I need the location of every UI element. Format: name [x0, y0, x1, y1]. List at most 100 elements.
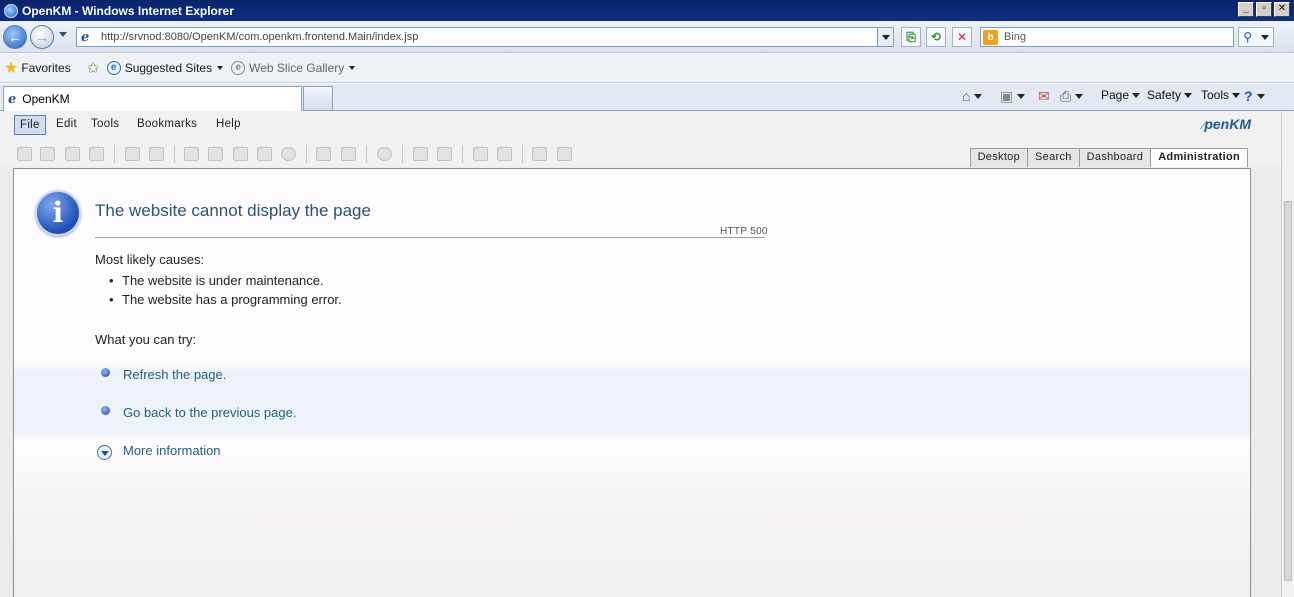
compatibility-view-button[interactable]: ⎘ [901, 27, 921, 47]
openkm-logo: ⁄penKM [1202, 116, 1251, 132]
read-mail-button[interactable]: ✉ [1038, 88, 1054, 105]
add-property-group-icon[interactable] [316, 147, 331, 161]
close-window-button[interactable]: ✕ [1274, 2, 1290, 17]
remove-subscription-icon[interactable] [437, 147, 452, 161]
tab-desktop[interactable]: Desktop [969, 148, 1029, 167]
minimize-button[interactable]: _ [1238, 2, 1254, 17]
help-button[interactable]: ? [1244, 88, 1265, 104]
find-similar-icon[interactable] [89, 147, 104, 161]
page-scrollbar[interactable] [1281, 111, 1294, 597]
printer-icon: ⎙ [1060, 88, 1072, 104]
suggested-sites-label: Suggested Sites [124, 61, 213, 75]
bullet-icon [101, 406, 110, 415]
page-menu[interactable]: Page [1101, 88, 1141, 102]
info-icon: i [35, 190, 81, 236]
checkin-icon[interactable] [257, 147, 272, 161]
unlock-icon[interactable] [149, 147, 164, 161]
find-folder-icon[interactable] [40, 147, 55, 161]
more-information-link[interactable]: More information [123, 443, 221, 458]
go-back-link[interactable]: Go back to the previous page. [123, 405, 296, 420]
bullet-icon [101, 368, 110, 377]
search-box[interactable]: b Bing [980, 27, 1234, 47]
refresh-tree-icon[interactable] [473, 147, 488, 161]
add-subscription-icon[interactable] [413, 147, 428, 161]
web-slice-gallery-button[interactable]: e Web Slice Gallery [231, 61, 356, 75]
search-input[interactable]: Bing [1004, 31, 1026, 43]
feeds-button[interactable]: ▣ [1000, 88, 1026, 105]
error-content-frame: i The website cannot display the page HT… [13, 168, 1251, 597]
cause-item: The website has a programming error. [109, 292, 342, 307]
tab-administration[interactable]: Administration [1150, 148, 1248, 167]
ie-app-icon [4, 3, 18, 18]
uploader-icon[interactable] [557, 147, 572, 161]
address-url[interactable]: http://srvnod:8080/OpenKM/com.openkm.fro… [101, 31, 418, 43]
http-status-code: HTTP 500 [720, 226, 768, 237]
toolbar-separator [114, 145, 115, 163]
back-arrow-icon: ← [8, 29, 22, 45]
back-button[interactable]: ← [3, 25, 27, 49]
tab-openkm[interactable]: ℯ OpenKM [3, 86, 302, 111]
compat-view-icon: ⎘ [906, 29, 916, 44]
suggested-sites-button[interactable]: e Suggested Sites [106, 61, 224, 75]
lock-icon[interactable] [125, 147, 140, 161]
menu-tools[interactable]: Tools [86, 115, 124, 135]
find-document-icon[interactable] [65, 147, 80, 161]
favorites-bar: ★ Favorites ✩ e Suggested Sites e Web Sl… [0, 54, 1294, 83]
scanner-icon[interactable] [532, 147, 547, 161]
lower-band [14, 444, 1250, 597]
forward-button[interactable]: → [30, 25, 54, 49]
help-icon: ? [1244, 88, 1253, 104]
favorites-button[interactable]: ★ Favorites [0, 58, 71, 78]
menu-file[interactable]: File [14, 115, 46, 135]
ie-icon: e [231, 61, 246, 75]
recent-pages-dropdown[interactable] [59, 32, 67, 37]
star-icon: ★ [4, 60, 19, 77]
search-button[interactable]: ⚲ [1238, 27, 1274, 47]
window-title: OpenKM - Windows Internet Explorer [22, 3, 234, 18]
checkout-icon[interactable] [233, 147, 248, 161]
title-divider [95, 237, 765, 238]
toolbar-separator [174, 145, 175, 163]
print-button[interactable]: ⎙ [1060, 88, 1084, 105]
address-bar[interactable]: ℯ http://srvnod:8080/OpenKM/com.openkm.f… [76, 27, 894, 47]
chevron-down-icon [1232, 92, 1241, 98]
workspace-tabs: Desktop Search Dashboard Administration [969, 148, 1248, 167]
rss-icon: ▣ [1000, 88, 1014, 104]
stop-button[interactable]: ✕ [952, 27, 972, 47]
tab-row: ℯ OpenKM ⌂ ▣ ✉ ⎙ Page Safety Tools ? [0, 84, 1294, 111]
refresh-button[interactable]: ⟲ [926, 27, 946, 47]
chevron-down-icon [1017, 94, 1026, 99]
favorites-label: Favorites [21, 61, 71, 75]
home-button[interactable]: ⌂ [962, 88, 983, 104]
tab-dashboard[interactable]: Dashboard [1078, 148, 1152, 167]
chevron-down-icon [881, 34, 890, 40]
expand-chevron-icon[interactable] [97, 445, 112, 460]
remove-property-group-icon[interactable] [341, 147, 356, 161]
page-menu-label: Page [1101, 88, 1130, 102]
logo-text: penKM [1204, 116, 1251, 132]
page-icon: ℯ [81, 29, 90, 44]
tab-search[interactable]: Search [1027, 148, 1080, 167]
home-folder-icon[interactable] [497, 147, 512, 161]
maximize-button[interactable]: ▫ [1256, 2, 1272, 17]
workflow-icon[interactable] [377, 147, 392, 161]
create-folder-icon[interactable] [17, 147, 32, 161]
menu-help[interactable]: Help [211, 115, 246, 135]
add-document-icon[interactable] [184, 147, 199, 161]
add-favorite-icon[interactable]: ✩ [87, 59, 105, 77]
safety-menu-label: Safety [1147, 88, 1182, 102]
scrollbar-thumb[interactable] [1284, 201, 1292, 581]
safety-menu[interactable]: Safety [1147, 88, 1193, 102]
refresh-page-link[interactable]: Refresh the page. [123, 367, 226, 382]
new-tab-button[interactable] [303, 86, 333, 110]
tab-page-icon: ℯ [8, 91, 17, 106]
tab-title: OpenKM [22, 92, 70, 106]
tools-menu[interactable]: Tools [1201, 88, 1241, 102]
menu-bookmarks[interactable]: Bookmarks [132, 115, 202, 135]
menu-edit[interactable]: Edit [51, 115, 82, 135]
cancel-checkout-icon[interactable] [281, 147, 296, 161]
download-icon[interactable] [208, 147, 223, 161]
tools-menu-label: Tools [1201, 88, 1230, 102]
address-dropdown-button[interactable] [877, 28, 893, 46]
chevron-down-icon [1184, 92, 1193, 98]
